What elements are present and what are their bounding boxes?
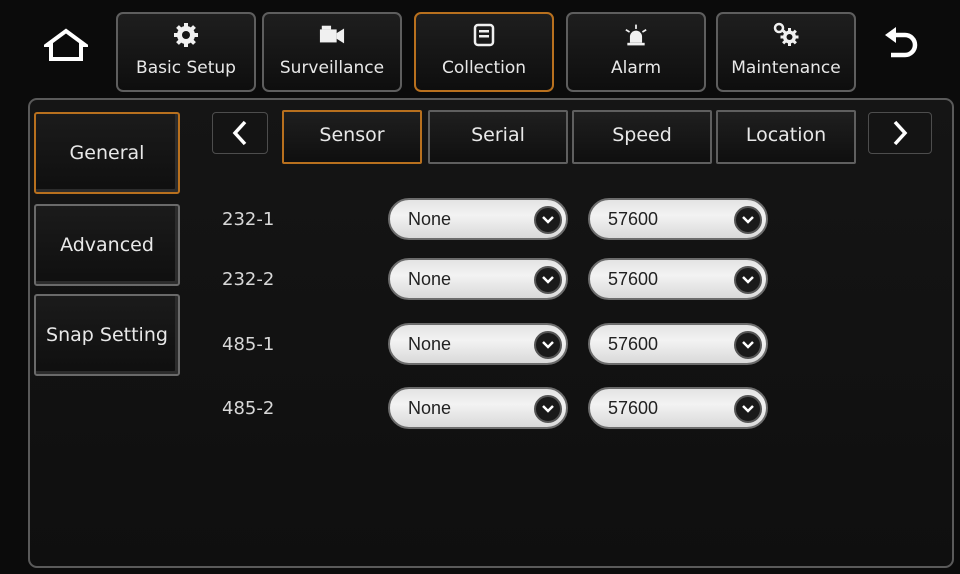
port-label: 485-1 (222, 334, 275, 355)
document-icon (471, 22, 497, 48)
device-select-value: None (408, 208, 452, 229)
chevron-down-icon (534, 266, 562, 294)
side-menu-general[interactable]: General (34, 112, 180, 194)
tab-label: Surveillance (279, 58, 385, 78)
subtab-label: Serial (471, 124, 525, 146)
device-select-value: None (408, 397, 452, 418)
device-select[interactable]: None (388, 198, 568, 240)
port-label: 232-1 (222, 209, 275, 230)
tab-surveillance[interactable]: Surveillance (262, 12, 402, 92)
device-select-value: None (408, 333, 452, 354)
chevron-down-icon (734, 395, 762, 423)
subtab-speed[interactable]: Speed (572, 110, 712, 164)
chevron-down-icon (734, 266, 762, 294)
home-button[interactable] (38, 20, 94, 70)
baud-rate-select[interactable]: 57600 (588, 387, 768, 429)
chevron-down-icon (734, 331, 762, 359)
camera-icon (319, 22, 345, 48)
baud-rate-value: 57600 (608, 208, 659, 229)
tab-maintenance[interactable]: Maintenance (716, 12, 856, 92)
baud-rate-value: 57600 (608, 397, 659, 418)
subtabs-next-button[interactable] (868, 112, 932, 154)
back-button[interactable] (872, 20, 928, 70)
chevron-down-icon (534, 331, 562, 359)
back-arrow-icon (885, 27, 918, 58)
chevron-down-icon (734, 206, 762, 234)
baud-rate-select[interactable]: 57600 (588, 323, 768, 365)
chevron-down-icon (534, 206, 562, 234)
tab-collection[interactable]: Collection (414, 12, 554, 92)
alarm-light-icon (623, 22, 649, 48)
subtab-label: Location (745, 124, 827, 146)
subtab-label: Speed (612, 124, 672, 146)
device-select[interactable]: None (388, 387, 568, 429)
subtab-label: Sensor (319, 124, 385, 146)
tab-basic-setup[interactable]: Basic Setup (116, 12, 256, 92)
side-menu-snap-setting[interactable]: Snap Setting (34, 294, 180, 376)
home-icon (44, 28, 88, 61)
tab-label: Alarm (610, 58, 662, 78)
baud-rate-value: 57600 (608, 268, 659, 289)
baud-rate-select[interactable]: 57600 (588, 198, 768, 240)
baud-rate-select[interactable]: 57600 (588, 258, 768, 300)
subtab-serial[interactable]: Serial (428, 110, 568, 164)
port-label: 232-2 (222, 269, 275, 290)
tab-alarm[interactable]: Alarm (566, 12, 706, 92)
device-select[interactable]: None (388, 323, 568, 365)
chevron-right-icon (893, 120, 908, 146)
side-menu-label: Advanced (60, 234, 154, 256)
side-menu-advanced[interactable]: Advanced (34, 204, 180, 286)
chevron-left-icon (232, 120, 247, 146)
device-select[interactable]: None (388, 258, 568, 300)
side-menu-label: General (69, 142, 145, 164)
port-label: 485-2 (222, 398, 275, 419)
baud-rate-value: 57600 (608, 333, 659, 354)
tab-label: Collection (441, 58, 527, 78)
device-select-value: None (408, 268, 452, 289)
tools-gear-icon (773, 22, 799, 48)
subtabs-prev-button[interactable] (212, 112, 268, 154)
gear-icon (173, 22, 199, 48)
subtab-sensor[interactable]: Sensor (282, 110, 422, 164)
chevron-down-icon (534, 395, 562, 423)
tab-label: Maintenance (731, 58, 841, 78)
side-menu-label: Snap Setting (46, 324, 168, 346)
top-navigation-bar: Basic Setup Surveillance Collection Alar… (0, 0, 960, 96)
tab-label: Basic Setup (136, 58, 236, 78)
subtab-location[interactable]: Location (716, 110, 856, 164)
